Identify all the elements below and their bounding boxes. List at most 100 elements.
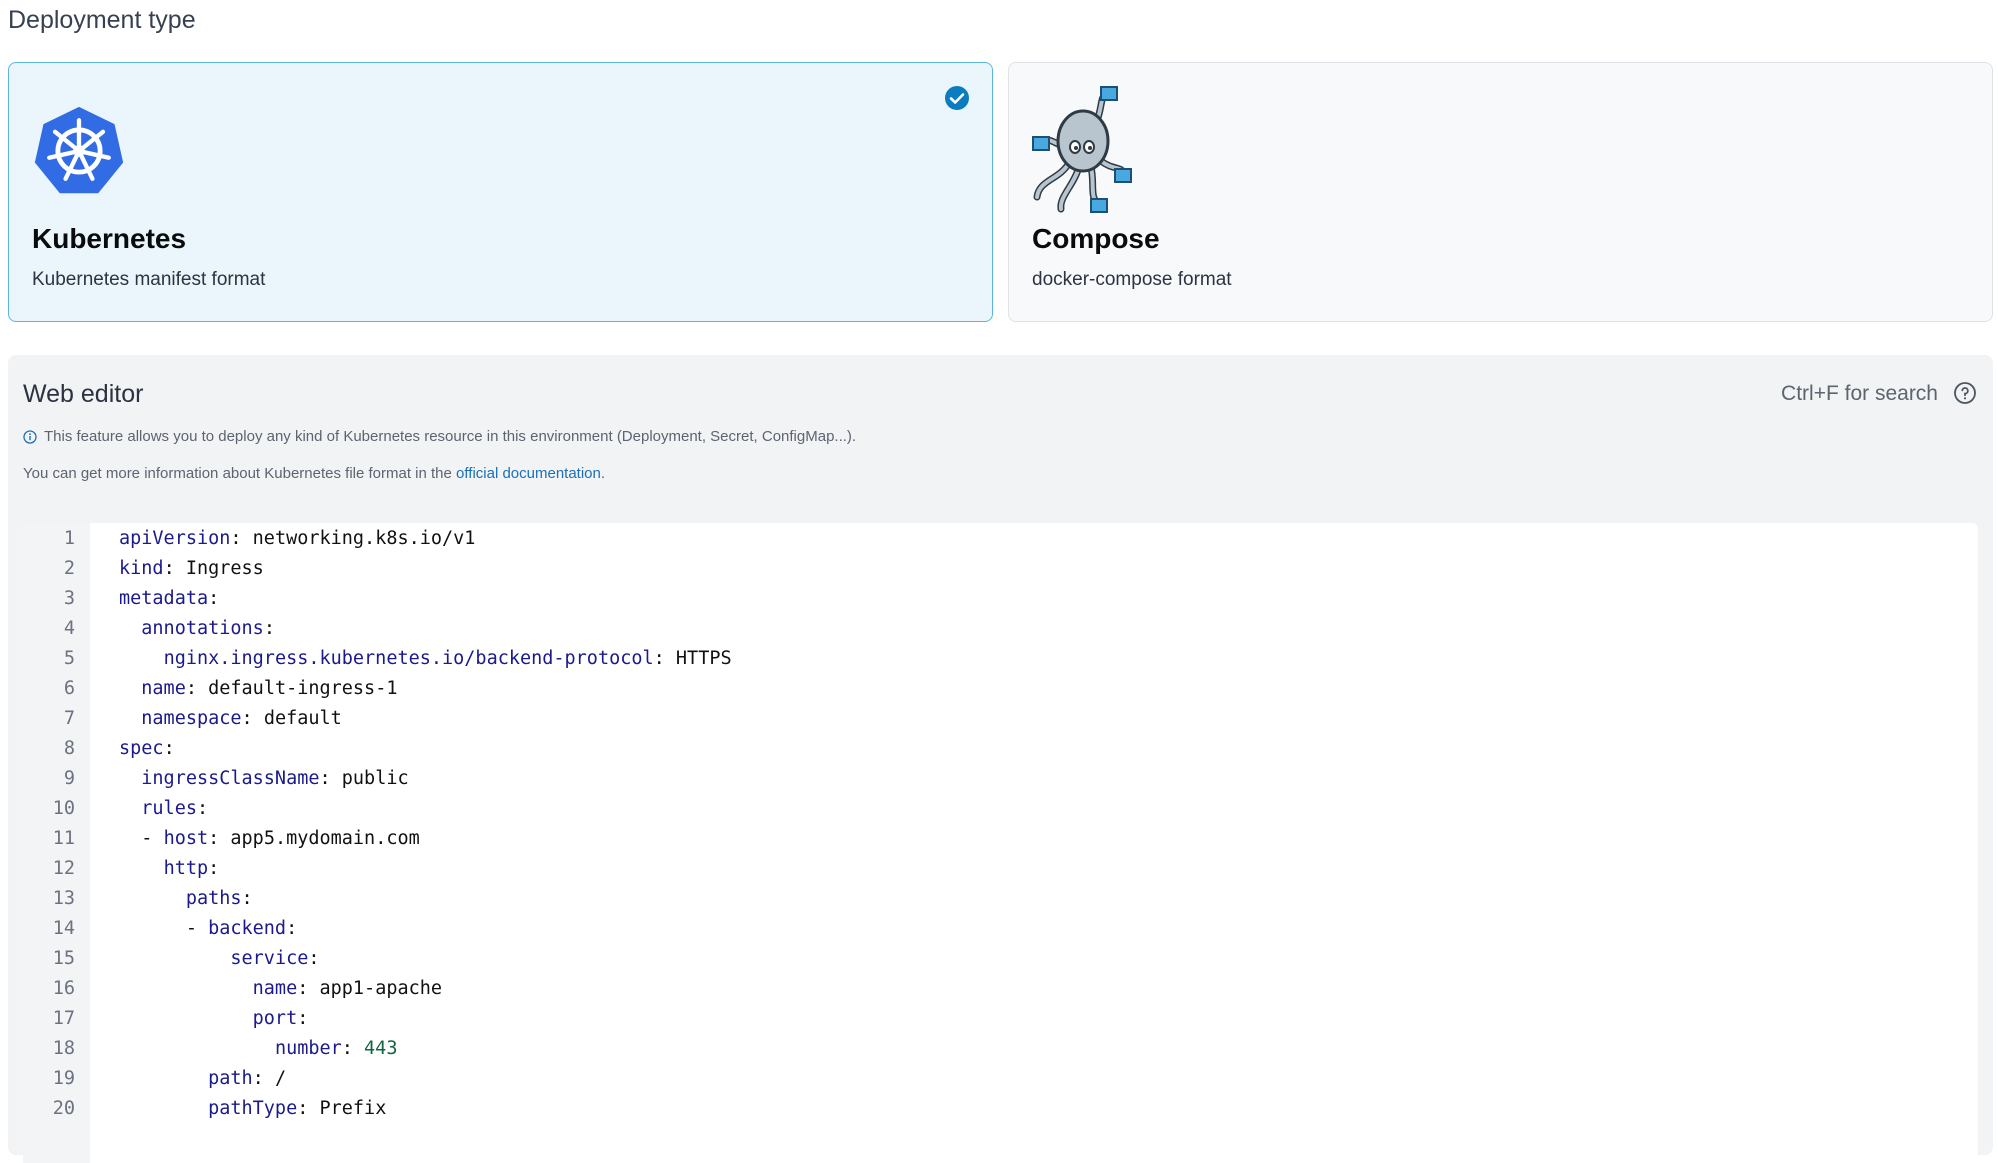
info-message: This feature allows you to deploy any ki… [23,428,856,445]
yaml-value: default-ingress-1 [208,678,398,699]
yaml-value: Ingress [185,558,264,579]
web-editor-title: Web editor [23,380,144,408]
yaml-value: HTTPS [675,648,732,669]
code-text: ingressClassName: public [141,768,409,789]
help-icon[interactable] [1953,381,1977,405]
yaml-value: Prefix [319,1098,387,1119]
yaml-key: backend [208,918,287,939]
selected-check-icon [945,86,969,110]
code-text: nginx.ingress.kubernetes.io/backend-prot… [163,648,732,669]
yaml-value: networking.k8s.io/v1 [252,528,476,549]
info-icon [23,429,37,444]
yaml-key: http [163,858,209,879]
yaml-key: spec [119,738,164,759]
code-line: 7 namespace: default [23,704,1978,734]
code-line: 3 metadata: [23,584,1978,614]
line-number: 9 [63,768,75,789]
code-text: - host: app5.mydomain.com [119,828,420,849]
yaml-value: public [341,768,409,789]
line-number: 15 [52,948,75,969]
code-line: 13 paths: [23,884,1978,914]
code-text: port: [252,1008,309,1029]
line-number: 7 [63,708,75,729]
code-line: 20 pathType: Prefix [23,1094,1978,1124]
yaml-key: path [208,1068,253,1089]
code-text: namespace: default [141,708,342,729]
info-text: This feature allows you to deploy any ki… [44,428,857,445]
code-text: service: [230,948,320,969]
line-number: 8 [63,738,75,759]
code-text: path: / [208,1068,287,1089]
yaml-key: nginx.ingress.kubernetes.io/backend-prot… [163,648,654,669]
yaml-key: annotations [141,618,264,639]
yaml-key: name [141,678,186,699]
search-hint: Ctrl+F for search [1781,382,1938,405]
deployment-option-kubernetes[interactable]: Kubernetes Kubernetes manifest format [8,62,993,322]
doc-prefix: You can get more information about Kuber… [23,465,457,482]
docker-compose-octopus-icon [1032,86,1132,213]
code-line: 4 annotations: [23,614,1978,644]
line-number: 6 [63,678,75,699]
code-text: - backend: [119,918,298,939]
code-text: name: app1-apache [252,978,443,999]
doc-suffix: . [600,465,606,482]
line-number: 18 [52,1038,75,1059]
code-text: metadata: [119,588,220,609]
web-editor-panel: Web editor Ctrl+F for search This featur… [8,355,1993,1163]
code-line: 18 number: 443 [23,1034,1978,1064]
line-number: 20 [52,1098,75,1119]
yaml-value: default [263,708,342,729]
yaml-key: ingressClassName [141,768,320,789]
code-line: 2 kind: Ingress [23,554,1978,584]
deployment-option-description: docker-compose format [1032,269,1232,290]
yaml-key: name [252,978,298,999]
line-number: 12 [52,858,75,879]
line-number: 17 [52,1008,75,1029]
official-documentation-link[interactable]: official documentation [456,465,601,482]
yaml-key: port [252,1008,298,1029]
code-text: kind: Ingress [119,558,264,579]
line-number: 4 [63,618,75,639]
yaml-value: / [274,1068,287,1089]
line-number: 10 [52,798,75,819]
yaml-key: host [163,828,209,849]
line-number: 19 [52,1068,75,1089]
yaml-key: paths [185,888,242,909]
code-line: 10 rules: [23,794,1978,824]
code-line: 5 nginx.ingress.kubernetes.io/backend-pr… [23,644,1978,674]
line-number: 3 [63,588,75,609]
deployment-type-title: Deployment type [8,6,196,34]
yaml-value: app1-apache [319,978,443,999]
code-editor[interactable]: 1 apiVersion: networking.k8s.io/v1 2 kind: … [23,523,1978,1163]
code-text: name: default-ingress-1 [141,678,398,699]
code-line: 1 apiVersion: networking.k8s.io/v1 [23,524,1978,554]
line-number: 16 [52,978,75,999]
yaml-key: kind [119,558,164,579]
yaml-key: service [230,948,309,969]
line-number: 1 [63,528,75,549]
yaml-key: apiVersion [119,528,231,549]
code-line: 14 - backend: [23,914,1978,944]
line-number: 2 [63,558,75,579]
code-line: 6 name: default-ingress-1 [23,674,1978,704]
yaml-key: pathType [208,1098,298,1119]
yaml-value: app5.mydomain.com [230,828,420,849]
code-text: http: [163,858,220,879]
kubernetes-logo-icon [34,106,124,194]
yaml-key: namespace [141,708,242,729]
code-text: apiVersion: networking.k8s.io/v1 [119,528,476,549]
code-line: 12 http: [23,854,1978,884]
line-number: 11 [52,828,75,849]
deployment-option-title: Compose [1032,223,1160,254]
code-line: 8 spec: [23,734,1978,764]
deployment-option-description: Kubernetes manifest format [32,269,266,290]
line-number: 5 [63,648,75,669]
code-line: 16 name: app1-apache [23,974,1978,1004]
deployment-option-compose[interactable]: Compose docker-compose format [1008,62,1993,322]
code-line: 15 service: [23,944,1978,974]
code-text: spec: [119,738,175,759]
code-text: rules: [141,798,209,819]
code-line: 19 path: / [23,1064,1978,1094]
yaml-key: metadata [119,588,209,609]
deployment-option-title: Kubernetes [32,223,187,254]
